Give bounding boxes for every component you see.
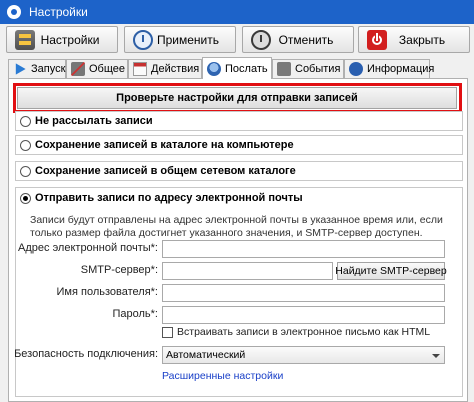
security-select-value: Автоматический (166, 349, 246, 361)
apply-button-label: Применить (156, 32, 219, 47)
close-button[interactable]: Закрыть (358, 26, 470, 53)
radio-save-local[interactable] (20, 139, 31, 151)
security-label: Безопасность подключения: (14, 348, 158, 360)
email-label: Адрес электронной почты*: (18, 242, 158, 254)
tab-events-label: События (295, 63, 341, 75)
cancel-button[interactable]: Отменить (242, 26, 354, 53)
power-icon (367, 29, 387, 50)
tab-start[interactable]: Запуск (8, 59, 66, 78)
tab-events[interactable]: События (272, 59, 344, 78)
security-row: Безопасность подключения: Автоматический (14, 346, 464, 364)
email-row: Адрес электронной почты*: (16, 240, 464, 258)
settings-icon (15, 29, 35, 50)
embed-html-label: Встраивать записи в электронное письмо к… (177, 326, 431, 338)
apply-clock-icon (133, 29, 153, 50)
events-icon (277, 62, 291, 76)
option-no-send[interactable]: Не рассылать записи (15, 111, 463, 131)
tab-start-label: Запуск (31, 63, 66, 75)
username-row: Имя пользователя*: (16, 284, 464, 302)
chevron-down-icon (432, 354, 440, 358)
password-row: Пароль*: (16, 306, 464, 324)
tab-actions[interactable]: Действия (128, 59, 202, 78)
radio-no-send[interactable] (20, 115, 31, 127)
option-save-local[interactable]: Сохранение записей в каталоге на компьют… (15, 135, 463, 155)
tab-info[interactable]: Информация (344, 59, 434, 78)
tab-actions-label: Действия (151, 63, 200, 75)
option-save-network[interactable]: Сохранение записей в общем сетевом катал… (15, 161, 463, 181)
tab-send[interactable]: Послать (202, 57, 272, 79)
send-panel: Проверьте настройки для отправки записей… (8, 78, 468, 402)
option-no-send-label: Не рассылать записи (35, 115, 153, 127)
cancel-button-label: Отменить (278, 32, 334, 47)
embed-html-option[interactable]: Встраивать записи в электронное письмо к… (162, 326, 430, 338)
security-select[interactable]: Автоматический (162, 346, 445, 364)
tab-general-label: Общее (89, 63, 126, 75)
tools-icon (71, 62, 85, 76)
option-send-email-label: Отправить записи по адресу электронной п… (35, 192, 303, 204)
advanced-settings-link[interactable]: Расширенные настройки (162, 370, 283, 382)
radio-send-email[interactable] (20, 192, 31, 204)
info-icon (349, 62, 363, 76)
check-settings-button[interactable]: Проверьте настройки для отправки записей (17, 87, 457, 109)
email-input[interactable] (162, 240, 445, 258)
embed-html-checkbox[interactable] (162, 326, 173, 338)
smtp-row: SMTP-сервер*: Найдите SMTP-сервер (16, 262, 464, 280)
toolbar: Настройки Применить Отменить Закрыть (0, 26, 474, 54)
email-description: Записи будут отправлены на адрес электро… (30, 214, 443, 239)
tab-bar: Запуск Общее Действия Послать События Ин… (8, 57, 468, 79)
option-save-local-label: Сохранение записей в каталоге на компьют… (35, 139, 294, 151)
play-icon (15, 63, 26, 75)
cancel-clock-icon (251, 29, 271, 50)
find-smtp-button[interactable]: Найдите SMTP-сервер (335, 262, 447, 280)
password-label: Пароль*: (112, 308, 158, 320)
smtp-input[interactable] (162, 262, 333, 280)
option-save-network-label: Сохранение записей в общем сетевом катал… (35, 165, 296, 177)
apply-button[interactable]: Применить (124, 26, 236, 53)
send-icon (207, 61, 221, 76)
password-input[interactable] (162, 306, 445, 324)
username-input[interactable] (162, 284, 445, 302)
title-bar: Настройки (0, 0, 474, 24)
tab-send-label: Послать (225, 62, 268, 75)
tab-info-label: Информация (367, 63, 435, 75)
calendar-icon (133, 62, 147, 76)
window-title: Настройки (29, 5, 88, 19)
app-icon (7, 5, 21, 19)
option-send-email[interactable]: Отправить записи по адресу электронной п… (16, 190, 303, 206)
smtp-label: SMTP-сервер*: (80, 264, 158, 276)
radio-save-network[interactable] (20, 165, 31, 177)
email-section: Отправить записи по адресу электронной п… (14, 187, 464, 397)
username-label: Имя пользователя*: (56, 286, 158, 298)
close-button-label: Закрыть (398, 32, 446, 47)
tab-general[interactable]: Общее (66, 59, 128, 78)
settings-button-label: Настройки (40, 32, 100, 47)
settings-button[interactable]: Настройки (6, 26, 118, 53)
